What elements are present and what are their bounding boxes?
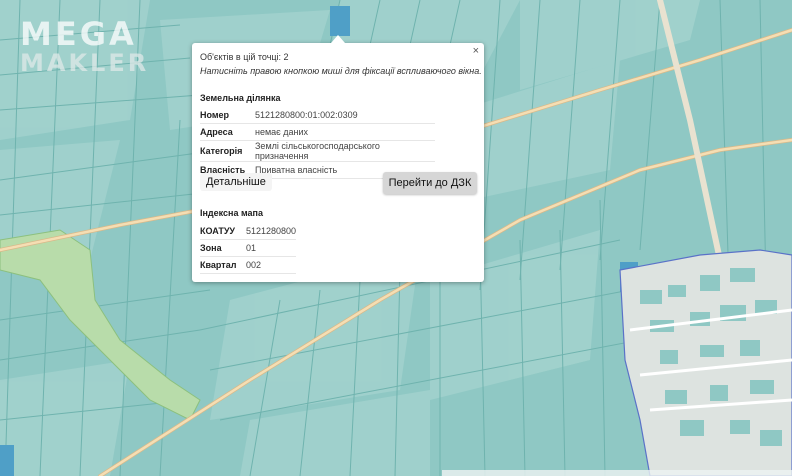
- index-map-table: КОАТУУ 5121280800 Зона 01 Квартал 002: [200, 223, 297, 274]
- objects-count-text: Об'єктів в цій точці: 2: [200, 52, 289, 62]
- row-value: 5121280800:01:002:0309: [255, 107, 435, 124]
- row-key: Адреса: [200, 123, 255, 141]
- table-row: Квартал 002: [200, 256, 297, 274]
- row-key: Категорія: [200, 140, 255, 162]
- parcel-info-popup: × Об'єктів в цій точці: 2 Натисніть прав…: [192, 35, 484, 282]
- row-value: 002: [246, 256, 297, 274]
- land-parcel-table: Номер 5121280800:01:002:0309 Адреса нема…: [200, 107, 435, 179]
- land-parcel-heading: Земельна ділянка: [200, 93, 281, 103]
- map-attribution-bar: [442, 470, 792, 476]
- table-row: Категорія Землі сільськогосподарського п…: [200, 140, 435, 162]
- table-row: КОАТУУ 5121280800: [200, 223, 297, 240]
- row-value: Землі сільськогосподарського призначення: [255, 140, 435, 162]
- index-map-heading: Індексна мапа: [200, 208, 263, 218]
- row-key: КОАТУУ: [200, 223, 246, 240]
- popup-tip: [331, 35, 345, 43]
- row-key: Квартал: [200, 256, 246, 274]
- row-key: Зона: [200, 239, 246, 257]
- table-row: Адреса немає даних: [200, 123, 435, 141]
- popup-hint-text: Натисніть правою кнопкою миші для фіксац…: [200, 66, 482, 76]
- close-icon[interactable]: ×: [473, 45, 479, 57]
- village-area: [619, 249, 792, 476]
- watermark-line2: MAKLER: [20, 49, 150, 77]
- row-value: 01: [246, 239, 297, 257]
- watermark-line1: MEGA: [20, 15, 137, 53]
- row-key: Номер: [200, 107, 255, 124]
- table-row: Зона 01: [200, 239, 297, 257]
- table-row: Номер 5121280800:01:002:0309: [200, 107, 435, 124]
- go-to-dzk-button[interactable]: Перейти до ДЗК: [383, 172, 477, 194]
- details-button[interactable]: Детальніше: [200, 173, 272, 191]
- megamakler-watermark-logo: MEGA MAKLER: [20, 15, 150, 77]
- row-value: немає даних: [255, 123, 435, 141]
- row-value: 5121280800: [246, 223, 297, 240]
